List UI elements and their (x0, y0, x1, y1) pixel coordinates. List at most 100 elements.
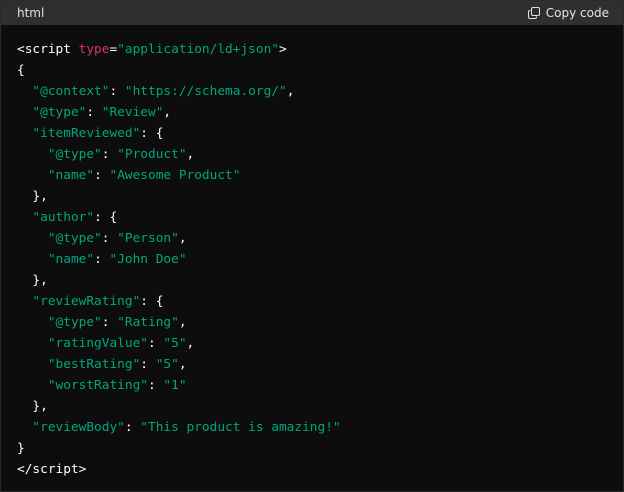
code-token: "reviewBody" (32, 420, 125, 435)
code-token: "name" (47, 168, 95, 183)
code-token: "5" (163, 336, 187, 351)
code-token: </ (17, 462, 33, 477)
code-token: , (186, 147, 195, 162)
code-line: { (17, 60, 607, 81)
code-content[interactable]: <script type="application/ld+json"> { "@c… (1, 25, 623, 480)
code-token: "Review" (101, 105, 164, 120)
code-token: "John Doe" (109, 252, 187, 267)
code-line: "worstRating": "1" (17, 375, 607, 396)
copy-code-button[interactable]: Copy code (527, 6, 609, 20)
copy-icon (527, 7, 540, 19)
code-line: "@type": "Review", (17, 102, 607, 123)
code-line: "@context": "https://schema.org/", (17, 81, 607, 102)
code-token: : (94, 252, 110, 267)
code-line: "@type": "Rating", (17, 312, 607, 333)
code-line: "itemReviewed": { (17, 123, 607, 144)
code-line: "@type": "Person", (17, 228, 607, 249)
code-token: , (186, 336, 195, 351)
code-token: { (17, 63, 25, 78)
code-token: , (163, 105, 172, 120)
code-token: > (278, 42, 287, 57)
code-line: }, (17, 396, 607, 417)
code-line: "@type": "Product", (17, 144, 607, 165)
code-token: "@type" (32, 105, 87, 120)
code-token: "@type" (47, 147, 102, 162)
code-token: : (101, 315, 118, 330)
code-token: type (78, 42, 110, 57)
code-token: : { (140, 294, 164, 309)
code-line: "reviewRating": { (17, 291, 607, 312)
code-token: : (140, 357, 156, 372)
code-token: "application/ld+json" (117, 42, 279, 57)
code-token: : { (140, 126, 164, 141)
code-token: "Person" (117, 231, 179, 246)
code-token: "itemReviewed" (32, 126, 141, 141)
code-token: "name" (47, 252, 95, 267)
code-token: : (124, 420, 141, 435)
code-token: script> (32, 462, 87, 477)
code-token: , (178, 315, 187, 330)
code-token: : (101, 147, 118, 162)
code-token: "worstRating" (47, 378, 148, 393)
code-token: : (148, 336, 164, 351)
code-token: }, (32, 189, 48, 204)
code-token: "This product is amazing!" (140, 420, 341, 435)
code-line: }, (17, 186, 607, 207)
code-block: html Copy code <script type="application… (0, 0, 624, 492)
code-token: "@context" (32, 84, 110, 99)
code-token: "1" (163, 378, 187, 393)
code-token: <script (17, 42, 79, 57)
code-token: "Awesome Product" (109, 168, 241, 183)
code-token: : (109, 84, 125, 99)
copy-code-label: Copy code (545, 6, 609, 20)
code-token: : (94, 168, 110, 183)
code-token: "5" (155, 357, 179, 372)
code-line: } (17, 438, 607, 459)
code-token: }, (32, 273, 48, 288)
code-token: : (86, 105, 102, 120)
code-line: <script type="application/ld+json"> (17, 39, 607, 60)
code-line: "name": "Awesome Product" (17, 165, 607, 186)
code-line: "name": "John Doe" (17, 249, 607, 270)
code-line: "ratingValue": "5", (17, 333, 607, 354)
code-token: "https://schema.org/" (124, 84, 287, 99)
code-token: "@type" (47, 231, 102, 246)
code-header: html Copy code (1, 1, 623, 25)
language-label: html (17, 6, 45, 20)
code-token: "ratingValue" (47, 336, 148, 351)
code-token: "Rating" (117, 315, 179, 330)
code-token: : (148, 378, 164, 393)
code-token: "bestRating" (47, 357, 141, 372)
code-token: "@type" (47, 315, 102, 330)
code-token: , (286, 84, 295, 99)
code-token: } (17, 441, 25, 456)
code-token: , (178, 231, 187, 246)
code-line: "author": { (17, 207, 607, 228)
code-token: }, (32, 399, 48, 414)
code-line: }, (17, 270, 607, 291)
code-token: "Product" (117, 147, 187, 162)
code-token: "author" (32, 210, 95, 225)
code-token: : (101, 231, 118, 246)
code-token: "reviewRating" (32, 294, 141, 309)
code-token: : { (94, 210, 118, 225)
code-token: , (178, 357, 187, 372)
code-line: </script> (17, 459, 607, 480)
